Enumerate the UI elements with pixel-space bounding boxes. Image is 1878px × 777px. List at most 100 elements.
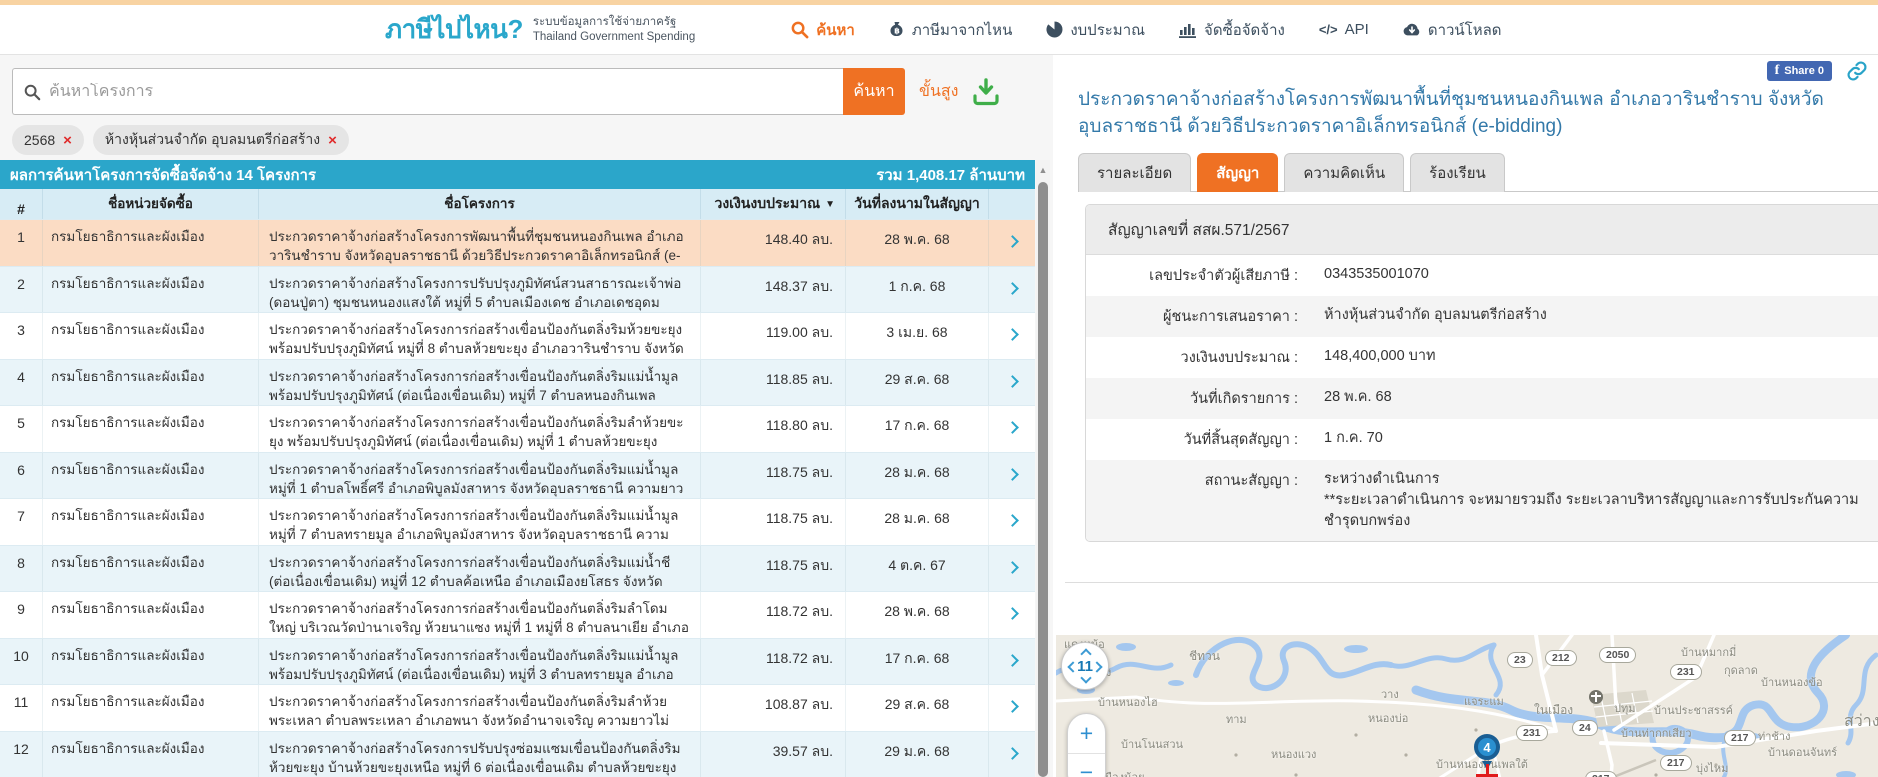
zoom-in-button[interactable]: + bbox=[1068, 714, 1105, 754]
row-number: 6 bbox=[0, 453, 42, 499]
row-open-button[interactable] bbox=[988, 313, 1035, 359]
filter-tag-contractor: ห้างหุ้นส่วนจำกัด อุบลมนตรีก่อสร้าง × bbox=[93, 125, 349, 155]
scrollbar-thumb[interactable] bbox=[1038, 182, 1048, 777]
row-open-button[interactable] bbox=[988, 592, 1035, 638]
bar-chart-icon bbox=[1179, 21, 1197, 38]
nav-item-search[interactable]: ค้นหา bbox=[790, 18, 855, 42]
table-row[interactable]: 12กรมโยธาธิการและผังเมืองประกวดราคาจ้างก… bbox=[0, 731, 1035, 777]
search-button[interactable]: ค้นหา bbox=[843, 68, 905, 115]
date-cell: 28 พ.ค. 68 bbox=[845, 220, 988, 266]
row-open-button[interactable] bbox=[988, 453, 1035, 499]
sort-desc-icon[interactable]: ▼ bbox=[825, 199, 835, 210]
table-row[interactable]: 6กรมโยธาธิการและผังเมืองประกวดราคาจ้างก่… bbox=[0, 452, 1035, 499]
results-count: ผลการค้นหาโครงการจัดซื้อจัดจ้าง 14 โครงก… bbox=[10, 163, 316, 187]
budget-cell: 118.72 ลบ. bbox=[700, 592, 845, 638]
table-header: # ชื่อหน่วยจัดซื้อ ชื่อโครงการ วงเงินงบป… bbox=[0, 189, 1035, 219]
field-value: ระหว่างดำเนินการ**ระยะเวลาดำเนินการ จะหม… bbox=[1318, 460, 1878, 541]
search-input[interactable] bbox=[49, 83, 833, 101]
search-icon bbox=[790, 20, 809, 39]
project-cell: ประกวดราคาจ้างก่อสร้างโครงการพัฒนาพื้นที… bbox=[258, 220, 700, 266]
row-open-button[interactable] bbox=[988, 220, 1035, 266]
row-open-button[interactable] bbox=[988, 685, 1035, 731]
row-open-button[interactable] bbox=[988, 406, 1035, 452]
detail-tabs: รายละเอียด สัญญา ความคิดเห็น ร้องเรียน bbox=[1078, 152, 1878, 192]
search-results-panel: ค้นหา ขั้นสูง 2568 × ห้างหุ้นส่วนจำกัด อ… bbox=[0, 55, 1053, 777]
row-open-button[interactable] bbox=[988, 499, 1035, 545]
table-row[interactable]: 4กรมโยธาธิการและผังเมืองประกวดราคาจ้างก่… bbox=[0, 359, 1035, 406]
row-number: 11 bbox=[0, 685, 42, 731]
field-label: สถานะสัญญา : bbox=[1086, 460, 1318, 541]
field-note: **ระยะเวลาดำเนินการ จะหมายรวมถึง ระยะเวล… bbox=[1324, 490, 1878, 532]
chevron-right-icon bbox=[1006, 700, 1019, 713]
chevron-right-icon bbox=[1006, 235, 1019, 248]
table-row[interactable]: 11กรมโยธาธิการและผังเมืองประกวดราคาจ้างก… bbox=[0, 684, 1035, 731]
table-row[interactable]: 8กรมโยธาธิการและผังเมืองประกวดราคาจ้างก่… bbox=[0, 545, 1035, 592]
row-number: 8 bbox=[0, 546, 42, 592]
budget-cell: 108.87 ลบ. bbox=[700, 685, 845, 731]
contract-field-row: วงเงินงบประมาณ :148,400,000 บาท bbox=[1086, 337, 1878, 378]
contract-card: สัญญาเลขที่ สสผ.571/2567 เลขประจำตัวผู้เ… bbox=[1085, 204, 1878, 542]
row-open-button[interactable] bbox=[988, 639, 1035, 685]
remove-filter-icon[interactable]: × bbox=[328, 133, 337, 148]
row-open-button[interactable] bbox=[988, 267, 1035, 313]
nav-item-procurement[interactable]: จัดซื้อจัดจ้าง bbox=[1179, 18, 1285, 42]
col-budget[interactable]: วงเงินงบประมาณ ▼ bbox=[700, 189, 845, 219]
project-title: ประกวดราคาจ้างก่อสร้างโครงการพัฒนาพื้นที… bbox=[1078, 87, 1873, 140]
tab-complaints[interactable]: ร้องเรียน bbox=[1410, 153, 1505, 192]
table-row[interactable]: 5กรมโยธาธิการและผังเมืองประกวดราคาจ้างก่… bbox=[0, 405, 1035, 452]
zoom-out-button[interactable]: − bbox=[1068, 754, 1105, 777]
row-number: 4 bbox=[0, 360, 42, 406]
road-shield: 217 bbox=[1660, 755, 1692, 771]
map-zoom-control: + − bbox=[1067, 713, 1106, 777]
field-label: ผู้ชนะการเสนอราคา : bbox=[1086, 296, 1318, 337]
tab-contract[interactable]: สัญญา bbox=[1197, 153, 1278, 192]
chevron-right-icon bbox=[1006, 328, 1019, 341]
map-pan-control[interactable]: 11 bbox=[1061, 642, 1109, 690]
field-label: วงเงินงบประมาณ : bbox=[1086, 337, 1318, 378]
table-row[interactable]: 2กรมโยธาธิการและผังเมืองประกวดราคาจ้างก่… bbox=[0, 266, 1035, 313]
table-row[interactable]: 7กรมโยธาธิการและผังเมืองประกวดราคาจ้างก่… bbox=[0, 498, 1035, 545]
project-cell: ประกวดราคาจ้างก่อสร้างโครงการก่อสร้างเขื… bbox=[258, 592, 700, 638]
money-bag-icon: ฿ bbox=[889, 21, 905, 38]
crosshair-icon bbox=[1476, 774, 1498, 777]
date-cell: 28 พ.ค. 68 bbox=[845, 592, 988, 638]
budget-cell: 148.40 ลบ. bbox=[700, 220, 845, 266]
chevron-right-icon bbox=[1006, 561, 1019, 574]
agency-cell: กรมโยธาธิการและผังเมือง bbox=[42, 685, 258, 731]
table-row[interactable]: 1กรมโยธาธิการและผังเมืองประกวดราคาจ้างก่… bbox=[0, 219, 1035, 266]
project-cell: ประกวดราคาจ้างก่อสร้างโครงการปรับปรุงซ่อ… bbox=[258, 732, 700, 777]
nav-item-budget[interactable]: งบประมาณ bbox=[1046, 18, 1145, 42]
row-number: 1 bbox=[0, 220, 42, 266]
map[interactable]: แดงหม้อชีทวนบ้านทุ่งบ้านหนองไฮวางหนองบ่อ… bbox=[1056, 635, 1878, 777]
table-scrollbar[interactable]: ▲ bbox=[1036, 160, 1050, 777]
tab-details[interactable]: รายละเอียด bbox=[1078, 153, 1191, 192]
table-row[interactable]: 3กรมโยธาธิการและผังเมืองประกวดราคาจ้างก่… bbox=[0, 312, 1035, 359]
date-cell: 1 ก.ค. 68 bbox=[845, 267, 988, 313]
budget-cell: 118.80 ลบ. bbox=[700, 406, 845, 452]
project-cell: ประกวดราคาจ้างก่อสร้างโครงการปรับปรุงภูม… bbox=[258, 267, 700, 313]
tab-comments[interactable]: ความคิดเห็น bbox=[1284, 153, 1404, 192]
brand[interactable]: ภาษีไปไหน? ระบบข้อมูลการใช้จ่ายภาครัฐ Th… bbox=[385, 9, 695, 50]
table-row[interactable]: 10กรมโยธาธิการและผังเมืองประกวดราคาจ้างก… bbox=[0, 638, 1035, 685]
project-cell: ประกวดราคาจ้างก่อสร้างโครงการก่อสร้างเขื… bbox=[258, 453, 700, 499]
nav-item-tax-source[interactable]: ฿ ภาษีมาจากไหน bbox=[889, 18, 1013, 42]
facebook-share-button[interactable]: f Share 0 bbox=[1767, 61, 1832, 81]
row-open-button[interactable] bbox=[988, 546, 1035, 592]
advanced-search-link[interactable]: ขั้นสูง bbox=[919, 79, 958, 104]
field-label: เลขประจำตัวผู้เสียภาษี : bbox=[1086, 255, 1318, 296]
contract-field-row: สถานะสัญญา :ระหว่างดำเนินการ**ระยะเวลาดำ… bbox=[1086, 460, 1878, 541]
page-content: ค้นหา ขั้นสูง 2568 × ห้างหุ้นส่วนจำกัด อ… bbox=[0, 55, 1878, 777]
scrollbar-up-icon[interactable]: ▲ bbox=[1036, 160, 1050, 178]
export-download-icon[interactable] bbox=[971, 78, 1001, 106]
budget-cell: 118.75 ลบ. bbox=[700, 499, 845, 545]
remove-filter-icon[interactable]: × bbox=[63, 133, 72, 148]
row-open-button[interactable] bbox=[988, 732, 1035, 777]
row-open-button[interactable] bbox=[988, 360, 1035, 406]
nav-item-download[interactable]: ดาวน์โหลด bbox=[1403, 18, 1502, 42]
nav-item-api[interactable]: </> API bbox=[1319, 21, 1369, 38]
chevron-right-icon bbox=[1006, 514, 1019, 527]
share-link-icon[interactable] bbox=[1846, 60, 1868, 82]
table-row[interactable]: 9กรมโยธาธิการและผังเมืองประกวดราคาจ้างก่… bbox=[0, 591, 1035, 638]
date-cell: 17 ก.ค. 68 bbox=[845, 406, 988, 452]
row-number: 7 bbox=[0, 499, 42, 545]
